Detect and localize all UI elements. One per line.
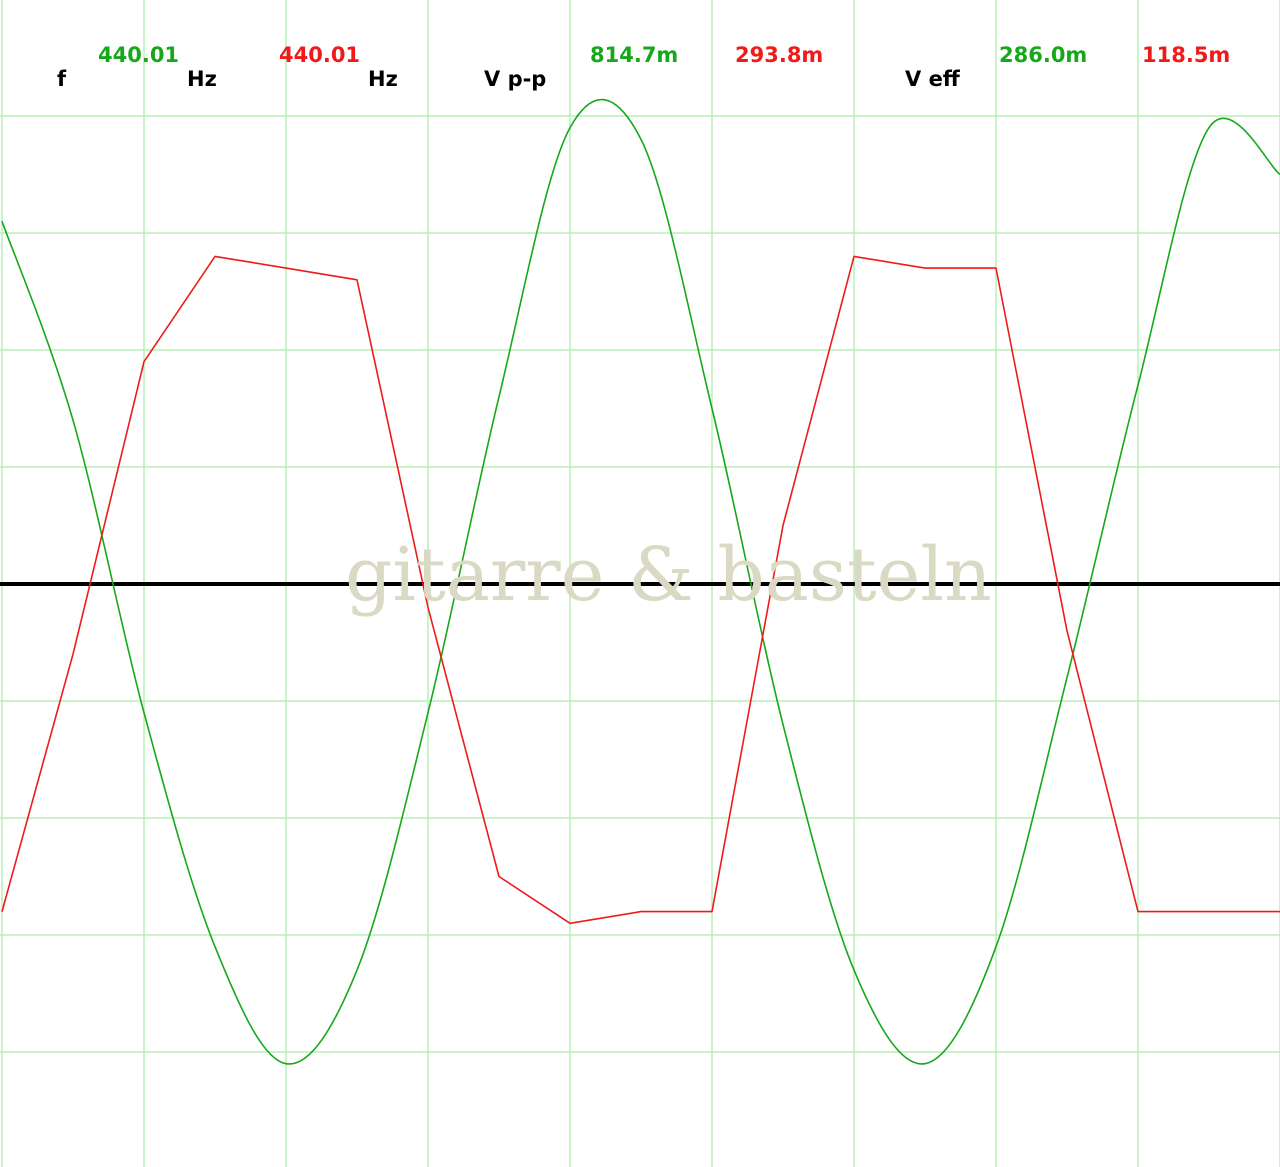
frequency-label: f (57, 67, 67, 91)
vpp-label: V p-p (484, 67, 547, 91)
frequency-unit-1: Hz (187, 67, 217, 91)
vpp-ch2-value: 293.8m (735, 43, 824, 67)
vpp-ch1-value: 814.7m (590, 43, 679, 67)
frequency-unit-2: Hz (368, 67, 398, 91)
watermark: gitarre & basteln (345, 532, 992, 618)
frequency-ch1-value: 440.01 (98, 43, 180, 67)
frequency-ch2-value: 440.01 (279, 43, 361, 67)
veff-label: V eff (905, 67, 960, 91)
veff-ch1-value: 286.0m (999, 43, 1088, 67)
veff-ch2-value: 118.5m (1142, 43, 1231, 67)
